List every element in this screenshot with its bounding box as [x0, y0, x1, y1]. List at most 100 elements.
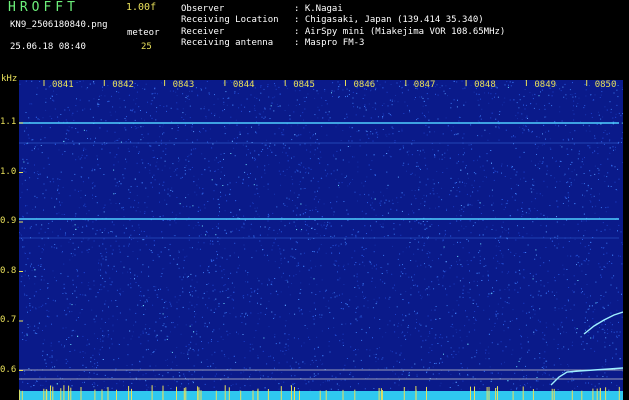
noise-speck [215, 234, 217, 236]
noise-speck [508, 297, 510, 299]
noise-speck [534, 143, 536, 145]
noise-speck [103, 174, 105, 175]
noise-speck [416, 375, 418, 377]
noise-speck [582, 341, 584, 343]
noise-speck [409, 221, 411, 223]
noise-speck [108, 306, 109, 308]
noise-speck [45, 362, 47, 364]
noise-speck [545, 231, 547, 233]
noise-speck [215, 308, 217, 310]
noise-speck [389, 320, 391, 322]
noise-speck [118, 185, 119, 187]
noise-speck [328, 307, 330, 309]
noise-speck [50, 345, 52, 347]
noise-speck [410, 228, 412, 230]
noise-speck [166, 307, 168, 309]
noise-speck [463, 285, 465, 287]
noise-speck [72, 153, 74, 155]
noise-speck [515, 147, 517, 149]
noise-speck [307, 93, 309, 95]
noise-speck [401, 130, 403, 132]
noise-speck [424, 263, 425, 265]
noise-speck [176, 108, 178, 110]
noise-speck [535, 254, 537, 256]
noise-speck [438, 258, 439, 260]
noise-speck [189, 301, 191, 303]
noise-speck [145, 308, 146, 310]
noise-speck [64, 381, 65, 383]
noise-speck [171, 121, 173, 123]
noise-speck [249, 205, 251, 207]
noise-speck [319, 151, 321, 153]
noise-speck [355, 349, 356, 350]
noise-speck [356, 320, 358, 322]
noise-speck [82, 238, 84, 240]
noise-speck [403, 147, 404, 149]
noise-speck [153, 286, 155, 288]
noise-speck [554, 186, 556, 188]
noise-speck [170, 331, 171, 333]
noise-speck [40, 139, 42, 141]
noise-speck [30, 226, 32, 228]
noise-speck [37, 171, 39, 172]
noise-speck [233, 307, 235, 309]
noise-speck [82, 80, 84, 82]
noise-speck [409, 109, 410, 111]
noise-speck [321, 105, 323, 107]
noise-speck [143, 231, 145, 232]
noise-speck [377, 368, 379, 370]
noise-speck [85, 366, 87, 368]
noise-speck [263, 185, 265, 187]
noise-speck [49, 115, 51, 117]
noise-speck [127, 284, 129, 286]
noise-speck [320, 224, 322, 226]
noise-speck [74, 330, 76, 332]
noise-speck [604, 341, 606, 343]
noise-speck [314, 229, 316, 230]
noise-speck [73, 220, 75, 221]
noise-speck [388, 306, 390, 308]
noise-speck [484, 129, 486, 131]
noise-speck [142, 330, 144, 332]
noise-speck [220, 336, 222, 338]
noise-speck [425, 325, 427, 327]
noise-speck [391, 104, 393, 106]
noise-speck [124, 118, 126, 119]
noise-speck [480, 115, 481, 117]
noise-speck [439, 87, 441, 89]
noise-speck [516, 184, 518, 186]
noise-speck [589, 200, 591, 201]
noise-speck [401, 128, 403, 130]
noise-speck [26, 334, 28, 336]
noise-speck [424, 151, 425, 153]
noise-speck [58, 381, 60, 383]
noise-speck [311, 227, 313, 229]
noise-speck [413, 284, 415, 286]
noise-speck [290, 255, 292, 257]
noise-speck [344, 379, 346, 381]
noise-speck [69, 109, 70, 111]
noise-speck [220, 153, 222, 155]
noise-speck [407, 84, 409, 86]
noise-speck [35, 291, 37, 293]
noise-speck [172, 163, 174, 165]
noise-speck [460, 220, 462, 222]
noise-speck [331, 92, 332, 94]
noise-speck [610, 322, 612, 324]
noise-speck [189, 294, 191, 296]
noise-speck [620, 231, 622, 233]
noise-speck [504, 289, 506, 290]
noise-speck [325, 289, 327, 291]
noise-speck [38, 119, 40, 121]
noise-speck [273, 316, 275, 318]
noise-speck [556, 291, 558, 293]
noise-speck [145, 244, 147, 246]
noise-speck [123, 266, 125, 268]
noise-speck [575, 255, 577, 257]
noise-speck [230, 272, 232, 274]
noise-speck [430, 319, 432, 321]
noise-speck [270, 293, 272, 295]
noise-speck [94, 383, 96, 385]
noise-speck [267, 234, 269, 236]
noise-speck [490, 294, 492, 296]
